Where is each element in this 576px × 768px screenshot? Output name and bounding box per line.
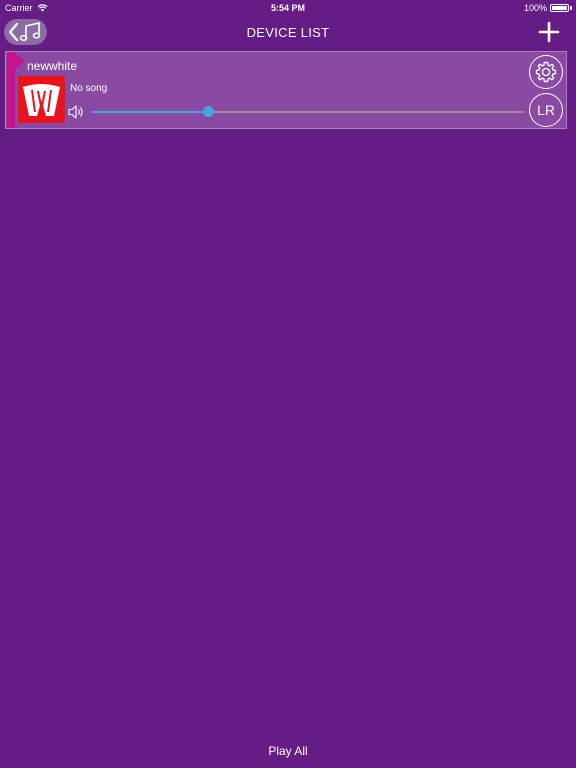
volume-slider[interactable] (91, 106, 524, 117)
plus-icon[interactable] (538, 21, 560, 43)
page-title: DEVICE LIST (246, 25, 330, 40)
status-bar: Carrier 5:54 PM 100% (0, 0, 576, 16)
settings-button[interactable] (529, 55, 563, 89)
status-time: 5:54 PM (270, 3, 305, 13)
status-battery-group: 100% (524, 3, 572, 13)
battery-icon (550, 4, 569, 12)
w-logo-icon (23, 84, 60, 116)
album-art (18, 76, 65, 123)
device-name: newwhite (27, 59, 78, 73)
gear-icon (535, 61, 557, 83)
volume-thumb[interactable] (202, 106, 214, 117)
battery-tip (570, 6, 572, 10)
battery-percent: 100% (523, 3, 547, 13)
speaker-icon[interactable] (67, 104, 85, 120)
play-all-button[interactable]: Play All (0, 744, 576, 758)
song-title: No song (70, 83, 108, 94)
battery-fill (552, 6, 567, 10)
device-card[interactable]: newwhite No song LR (5, 51, 567, 129)
channel-lr-button[interactable]: LR (529, 93, 563, 127)
device-flag-icon (14, 52, 25, 70)
nav-bar: DEVICE LIST (0, 16, 576, 48)
volume-fill (91, 111, 208, 113)
